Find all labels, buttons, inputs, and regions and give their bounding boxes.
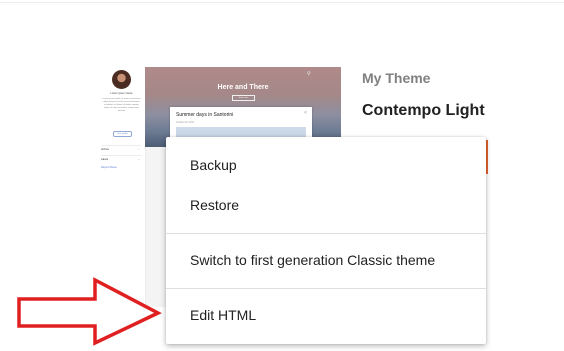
menu-divider: [166, 233, 486, 234]
thumbnail-author: Lorem ipsum name: [110, 92, 133, 95]
menu-item-label: Switch to first generation Classic theme: [190, 252, 436, 268]
thumbnail-post-date: October 18, 2017: [176, 121, 195, 124]
top-divider: [0, 2, 564, 3]
thumbnail-menu-label: Archive: [101, 148, 109, 151]
avatar: [112, 70, 131, 89]
theme-name: Contempo Light: [362, 102, 485, 119]
thumbnail-sidebar: Lorem ipsum name Lorem ipsum dolor sit a…: [98, 67, 146, 307]
thumbnail-hero-button: Subscribe: [232, 95, 255, 101]
chevron-down-icon: ⌄: [137, 147, 140, 151]
thumbnail-menu-label: Labels: [101, 158, 109, 161]
thumbnail-visit-button: Visit profile: [113, 131, 132, 137]
thumbnail-post-title: Summer days in Santorini: [176, 112, 234, 118]
menu-item-label: Edit HTML: [190, 307, 257, 323]
menu-item-switch-classic[interactable]: Switch to first generation Classic theme: [166, 241, 486, 279]
search-icon: ⚲: [307, 71, 311, 77]
theme-options-menu: Backup Restore Switch to first generatio…: [166, 137, 486, 344]
menu-item-edit-html[interactable]: Edit HTML: [166, 296, 486, 334]
menu-divider: [166, 288, 486, 289]
section-title: My Theme: [362, 70, 431, 86]
menu-item-backup[interactable]: Backup: [166, 146, 486, 184]
chevron-down-icon: ⌄: [137, 157, 140, 161]
thumbnail-bio: Lorem ipsum dolor sit amet consectetur a…: [102, 98, 141, 113]
menu-item-label: Restore: [190, 197, 240, 213]
thumbnail-blog-title: Here and There: [217, 84, 269, 91]
menu-item-label: Backup: [190, 157, 237, 173]
share-icon: <: [304, 110, 307, 116]
thumbnail-report-link: Report Abuse: [101, 166, 117, 169]
menu-item-restore[interactable]: Restore: [166, 186, 486, 224]
thumbnail-menu-labels: Labels ⌄: [101, 155, 141, 166]
